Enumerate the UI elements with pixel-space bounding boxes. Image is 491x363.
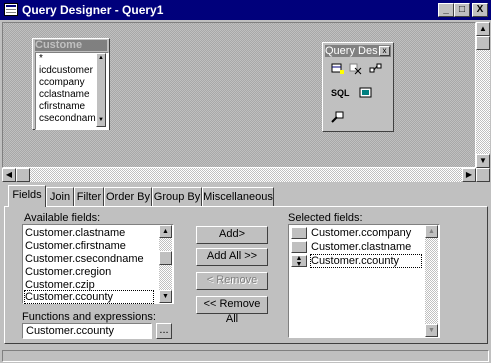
remove-table-icon[interactable]: [349, 63, 363, 75]
toolbar-close-button[interactable]: x: [379, 46, 390, 56]
scroll-down-arrow-icon[interactable]: ▼: [476, 154, 490, 168]
list-item[interactable]: Customer.czip: [25, 279, 153, 291]
tab-join[interactable]: Join: [46, 187, 74, 207]
field-item[interactable]: cclastname: [39, 89, 90, 100]
scroll-down-arrow-icon[interactable]: ▼: [425, 324, 438, 337]
list-item[interactable]: Customer.ccompany: [311, 227, 411, 239]
add-join-icon[interactable]: [369, 63, 383, 75]
table-field-list[interactable]: * icdcustomer ccompany cclastname cfirst…: [35, 52, 109, 130]
functions-expression-input[interactable]: Customer.ccounty: [22, 323, 152, 339]
available-fields-scrollbar[interactable]: ▲ ▼: [159, 225, 172, 303]
field-item[interactable]: icdcustomer: [39, 65, 93, 76]
add-all-button[interactable]: Add All >>: [196, 248, 268, 266]
selected-fields-label: Selected fields:: [288, 212, 363, 224]
query-properties-icon[interactable]: [331, 111, 345, 123]
diagram-horizontal-scrollbar[interactable]: ◀ ▶: [2, 168, 476, 182]
table-window-customer[interactable]: Custome * icdcustomer ccompany cclastnam…: [32, 38, 110, 130]
field-list-scrollbar[interactable]: ▲ ▼: [96, 53, 106, 127]
scroll-thumb[interactable]: [159, 251, 172, 265]
scroll-thumb[interactable]: [476, 36, 490, 50]
list-item[interactable]: Customer.clastname: [25, 227, 153, 239]
available-fields-list[interactable]: Customer.clastname Customer.cfirstname C…: [22, 224, 174, 304]
add-table-icon[interactable]: [331, 63, 345, 75]
row-mover-handle[interactable]: [291, 241, 307, 253]
scroll-right-arrow-icon[interactable]: ▶: [462, 168, 476, 182]
tab-filter[interactable]: Filter: [74, 187, 104, 207]
selected-fields-list[interactable]: Customer.ccompany Customer.clastname ▲ ▼ …: [288, 224, 440, 338]
scroll-up-arrow-icon[interactable]: ▲: [425, 225, 438, 238]
scroll-thumb[interactable]: [16, 168, 30, 182]
scroll-left-arrow-icon[interactable]: ◀: [2, 168, 16, 182]
status-bar: [2, 350, 489, 362]
move-updown-icon[interactable]: ▲ ▼: [291, 255, 307, 268]
app-icon: [4, 3, 18, 16]
diagram-vertical-scrollbar[interactable]: ▲ ▼: [476, 22, 490, 168]
window-title: Query Designer - Query1: [22, 3, 164, 17]
tab-order-by[interactable]: Order By: [104, 187, 152, 207]
list-item[interactable]: Customer.cfirstname: [25, 240, 153, 252]
selected-fields-scrollbar[interactable]: ▲ ▼: [425, 225, 438, 337]
field-item[interactable]: cfirstname: [39, 101, 85, 112]
list-item[interactable]: Customer.cregion: [25, 266, 153, 278]
tab-group-by[interactable]: Group By: [152, 187, 202, 207]
maximize-button[interactable]: □: [454, 3, 470, 17]
list-item[interactable]: Customer.csecondname: [25, 253, 153, 265]
expression-builder-button[interactable]: ...: [156, 323, 172, 339]
scroll-up-arrow-icon[interactable]: ▲: [476, 22, 490, 36]
query-designer-toolbar[interactable]: Query Des x SQL: [322, 42, 394, 132]
scrollbar-corner: [476, 168, 490, 182]
scroll-up-arrow-icon[interactable]: ▲: [159, 225, 172, 238]
scroll-down-arrow-icon[interactable]: ▼: [159, 290, 172, 303]
field-item[interactable]: ccompany: [39, 77, 85, 88]
maximize-table-view-icon[interactable]: [359, 87, 373, 99]
remove-all-button[interactable]: << Remove All: [196, 296, 268, 325]
title-bar: Query Designer - Query1 _ □ X: [0, 0, 491, 20]
minimize-button[interactable]: _: [438, 3, 454, 17]
row-mover-handle[interactable]: [291, 227, 307, 239]
table-window-title[interactable]: Custome: [35, 40, 107, 51]
list-item-selected[interactable]: Customer.ccounty: [24, 290, 154, 304]
add-button[interactable]: Add>: [196, 226, 268, 244]
available-fields-label: Available fields:: [24, 212, 101, 224]
list-item-selected[interactable]: Customer.ccounty: [310, 254, 422, 268]
tab-miscellaneous[interactable]: Miscellaneous: [202, 187, 274, 207]
field-item[interactable]: csecondname: [39, 113, 101, 124]
field-item[interactable]: *: [39, 53, 43, 64]
list-item[interactable]: Customer.clastname: [311, 241, 411, 253]
tab-fields[interactable]: Fields: [8, 185, 46, 207]
functions-label: Functions and expressions:: [22, 311, 156, 323]
sql-icon[interactable]: SQL: [331, 87, 350, 99]
close-button[interactable]: X: [472, 3, 488, 17]
remove-button[interactable]: < Remove: [196, 272, 268, 290]
